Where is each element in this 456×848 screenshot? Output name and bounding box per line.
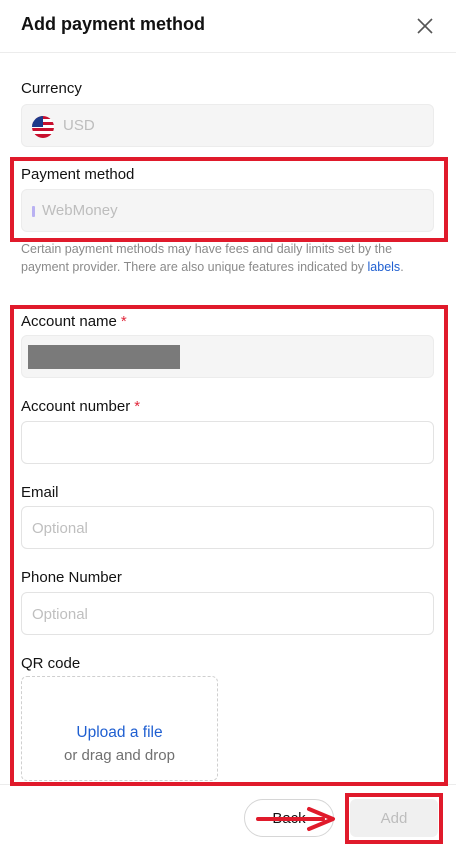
redacted-account-name [28,345,180,369]
qr-upload-dropzone[interactable]: Upload a file or drag and drop [21,676,218,781]
labels-link[interactable]: labels [368,260,401,274]
payment-method-label: Payment method [21,166,135,183]
qr-code-label: QR code [21,655,81,672]
currency-value: USD [63,117,95,134]
arrow-annotation-icon [256,807,335,831]
dialog-header: Add payment method [0,0,456,53]
phone-input[interactable]: Optional [21,592,434,635]
phone-label: Phone Number [21,569,122,586]
payment-method-marker [32,206,35,217]
upload-file-link[interactable]: Upload a file [22,724,217,742]
account-number-label: Account number * [21,398,140,415]
dialog-title: Add payment method [21,14,206,34]
phone-placeholder: Optional [32,606,88,623]
email-input[interactable]: Optional [21,506,434,549]
footer-divider [0,784,456,785]
currency-field: USD [21,104,434,147]
account-number-input[interactable] [21,421,434,464]
account-number-label-text: Account number [21,398,131,415]
required-marker: * [120,313,127,330]
us-flag-icon [32,116,54,138]
required-marker: * [134,398,141,415]
note-end: . [400,260,404,274]
add-button[interactable]: Add [350,799,438,837]
currency-label: Currency [21,80,82,97]
payment-method-field: WebMoney [21,189,434,232]
payment-method-value: WebMoney [42,202,118,219]
payment-note: Certain payment methods may have fees an… [21,240,441,276]
upload-hint: or drag and drop [64,747,175,764]
email-label: Email [21,484,59,501]
close-icon[interactable] [414,15,436,37]
email-placeholder: Optional [32,520,88,537]
note-text: Certain payment methods may have fees an… [21,242,393,274]
account-name-label-text: Account name [21,313,117,330]
account-name-field [21,335,434,378]
account-name-label: Account name * [21,313,127,330]
